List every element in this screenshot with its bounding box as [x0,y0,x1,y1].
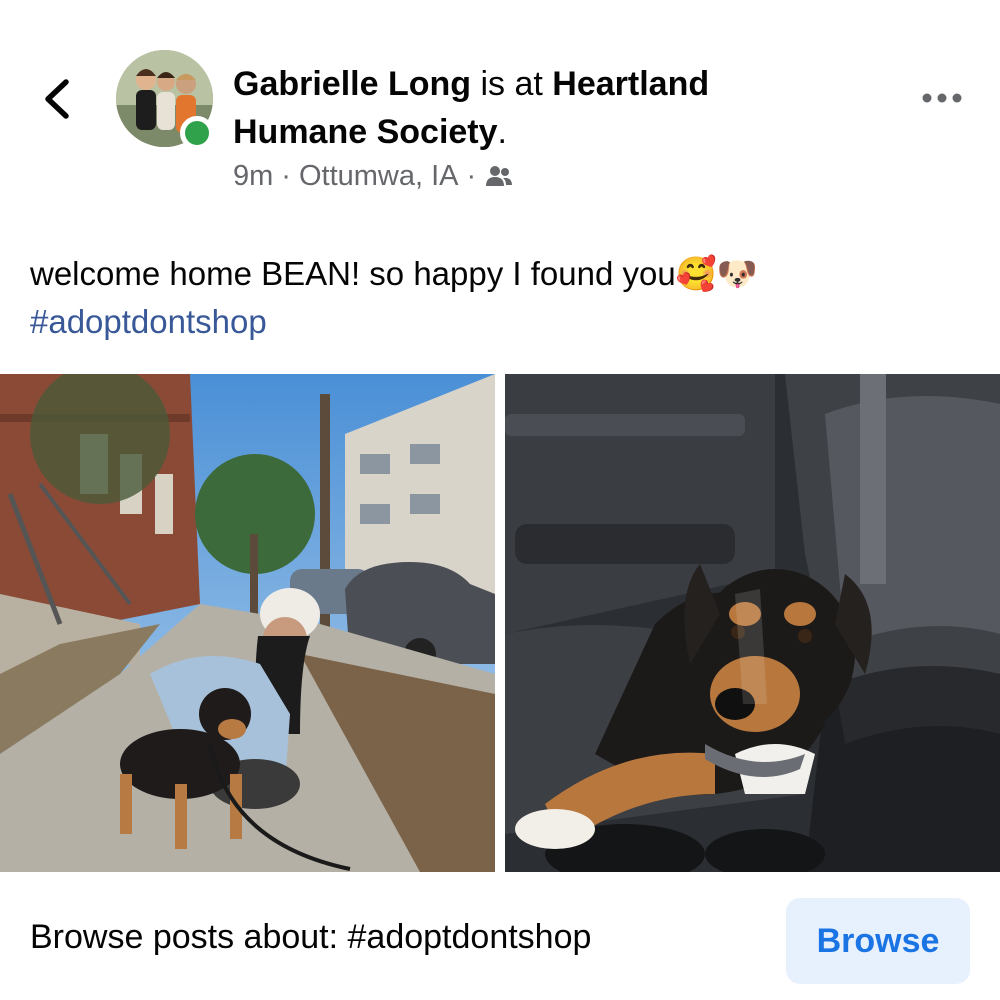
header-period: . [497,113,507,151]
post-header: Gabrielle Long is at Heartland Humane So… [233,60,833,156]
post-time[interactable]: 9m [233,160,273,193]
back-button[interactable] [36,74,80,124]
more-options-button[interactable] [920,88,964,108]
post-meta: 9m · Ottumwa, IA · [233,160,514,193]
header-connector: is at [471,65,553,103]
meta-separator: · [466,160,477,192]
chevron-left-icon [45,79,69,119]
photo-dog-in-car[interactable] [505,374,1000,872]
post-location[interactable]: Ottumwa, IA [299,160,459,193]
browse-button[interactable]: Browse [786,898,970,984]
post-emojis: 🥰🐶 [675,254,758,293]
more-horizontal-icon [922,93,962,103]
post-body: welcome home BEAN! so happy I found you🥰… [30,250,970,346]
post-message: welcome home BEAN! so happy I found you [30,255,676,292]
meta-separator: · [281,160,291,192]
post-hashtag-link[interactable]: #adoptdontshop [30,298,970,346]
author-name[interactable]: Gabrielle Long [233,65,471,103]
photo-woman-with-dog[interactable] [0,374,495,872]
browse-hashtag-text: Browse posts about: #adoptdontshop [30,918,592,956]
friends-icon[interactable] [484,164,514,190]
online-status-indicator [180,116,214,150]
